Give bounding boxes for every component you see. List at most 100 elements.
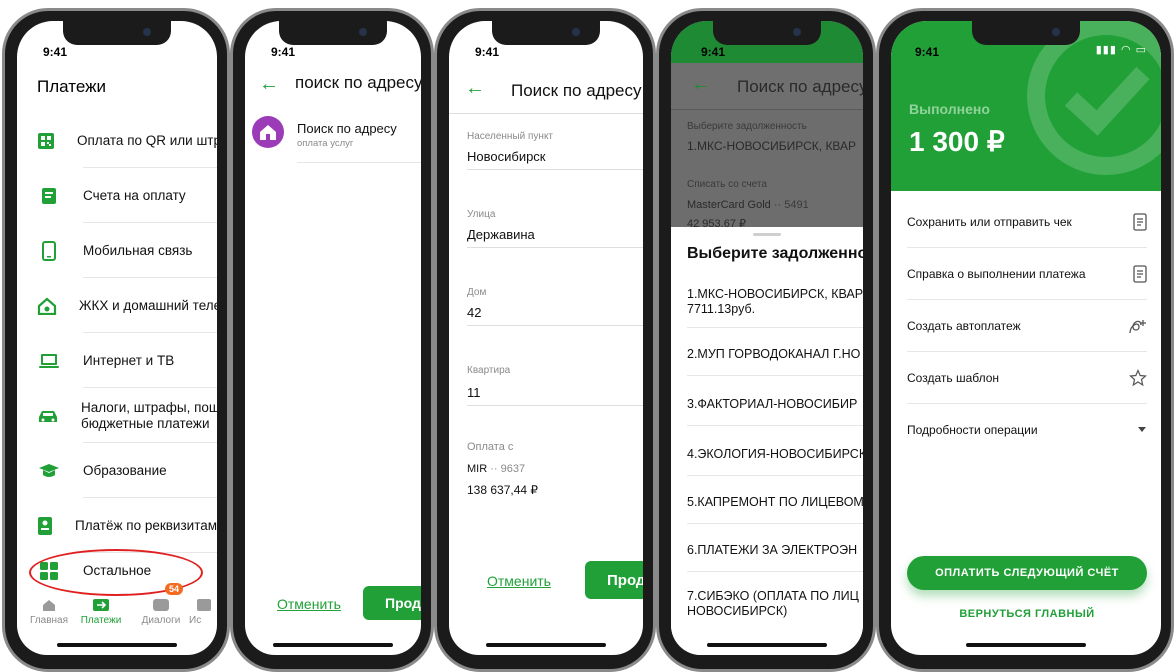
tab-home[interactable]: Главная — [19, 593, 79, 626]
debt-field-value: 1.МКС-НОВОСИБИРСК, КВАР — [687, 139, 857, 153]
notch — [713, 21, 821, 45]
action-label: Подробности операции — [907, 423, 1038, 437]
field-label: Оплата с — [467, 441, 514, 453]
page-title: Поиск по адресу — [511, 81, 642, 100]
debt-option[interactable]: 6.ПЛАТЕЖИ ЗА ЭЛЕКТРОЭН — [687, 543, 857, 558]
city-field[interactable]: Новосибирск — [467, 149, 546, 164]
menu-item-qr[interactable]: Оплата по QR или штри — [37, 113, 217, 168]
debt-option[interactable]: 3.ФАКТОРИАЛ-НОВОСИБИР — [687, 397, 857, 412]
receipt-icon — [1133, 213, 1147, 231]
debt-option[interactable]: 2.МУП ГОРВОДОКАНАЛ Г.НО — [687, 347, 860, 362]
chat-icon — [153, 599, 169, 611]
debt-option[interactable]: 1.МКС-НОВОСИБИРСК, КВАР 7711.13руб. — [687, 287, 863, 317]
sheet-handle[interactable] — [753, 233, 781, 236]
document-icon — [1133, 265, 1147, 283]
menu-item-mobile[interactable]: Мобильная связь — [37, 223, 217, 278]
debt-option[interactable]: 4.ЭКОЛОГИЯ-НОВОСИБИРСК — [687, 447, 863, 462]
mobile-phone-icon — [42, 240, 56, 261]
cancel-button[interactable]: Отменить — [487, 573, 551, 589]
house-icon — [252, 116, 284, 148]
screen-payments: 9:41 Платежи Оплата по QR или штри Счета… — [17, 21, 217, 655]
home-indicator — [57, 643, 177, 647]
card-selector[interactable]: MIR ·· 9637 — [467, 463, 525, 475]
back-arrow-icon[interactable]: ← — [465, 77, 485, 100]
chevron-down-icon — [1138, 427, 1146, 432]
menu-item-label: Интернет и ТВ — [83, 352, 175, 368]
back-arrow-icon[interactable]: ← — [691, 73, 711, 96]
tab-dialogs[interactable]: 54 Диалоги — [131, 583, 191, 626]
status-time: 9:41 — [43, 45, 68, 59]
action-label: Создать шаблон — [907, 371, 1000, 385]
pay-next-bill-button[interactable]: ОПЛАТИТЬ СЛЕДУЮЩИЙ СЧЁТ — [907, 556, 1147, 590]
menu-item-label: ЖКХ и домашний телес — [79, 297, 217, 313]
account-balance: 42 953,67 ₽ — [687, 218, 746, 227]
graduation-cap-icon — [39, 463, 59, 477]
debt-option[interactable]: 5.КАПРЕМОНТ ПО ЛИЦЕВОМ — [687, 495, 863, 510]
create-autopay-button[interactable]: Создать автоплатеж — [907, 301, 1147, 352]
history-icon — [197, 599, 211, 611]
payment-amount: 1 300 ₽ — [909, 126, 1005, 157]
page-title: Поиск по адресу — [737, 77, 863, 96]
account-card-name: MasterCard Gold — [687, 199, 771, 211]
house-field[interactable]: 42 — [467, 305, 481, 320]
laptop-icon — [39, 353, 59, 368]
account-name: MasterCard Gold ·· 5491 — [687, 199, 809, 211]
continue-button[interactable]: Продол — [585, 561, 643, 599]
phone-success: Выполнено 1 300 ₽ 9:41 ▮▮▮ ◠ ▭ Сохранить… — [876, 8, 1174, 672]
tab-label: Главная — [29, 615, 69, 626]
operation-details-toggle[interactable]: Подробности операции — [907, 405, 1147, 455]
notch — [63, 21, 171, 45]
payment-certificate-button[interactable]: Справка о выполнении платежа — [907, 249, 1147, 300]
card-mask: ·· 9637 — [490, 463, 526, 475]
menu-item-label: Мобильная связь — [83, 242, 193, 258]
status-time: 9:41 — [271, 45, 296, 59]
home-indicator — [486, 643, 606, 647]
unread-badge: 54 — [165, 583, 184, 595]
cancel-button[interactable]: Отменить — [277, 596, 341, 612]
action-label: Создать автоплатеж — [907, 319, 1021, 333]
menu-item-invoices[interactable]: Счета на оплату — [37, 168, 217, 223]
screen-success: Выполнено 1 300 ₽ 9:41 ▮▮▮ ◠ ▭ Сохранить… — [891, 21, 1161, 655]
action-label: Справка о выполнении платежа — [907, 267, 1086, 281]
create-template-button[interactable]: Создать шаблон — [907, 353, 1147, 404]
invoice-icon — [42, 187, 56, 204]
menu-item-taxes[interactable]: Налоги, штрафы, пошл бюджетные платежи — [37, 388, 217, 443]
menu-item-education[interactable]: Образование — [37, 443, 217, 498]
house-phone-icon — [37, 297, 57, 315]
menu-item-internet[interactable]: Интернет и ТВ — [37, 333, 217, 388]
menu-item-requisites[interactable]: Платёж по реквизитам — [37, 498, 217, 553]
phone-payments: 9:41 Платежи Оплата по QR или штри Счета… — [2, 8, 230, 672]
status-icons: ▮▮▮ ◠ ▭ — [1095, 44, 1147, 56]
field-label: Населенный пункт — [467, 131, 554, 142]
field-label: Дом — [467, 287, 487, 298]
home-indicator — [273, 643, 393, 647]
tab-payments[interactable]: Платежи — [71, 593, 131, 626]
transfer-icon — [93, 599, 109, 611]
phone-debt-select: 9:41 ← Поиск по адресу Выберите задолжен… — [656, 8, 876, 672]
phone-address-form: 9:41 ← Поиск по адресу Населенный пункт … — [434, 8, 656, 672]
field-label: Улица — [467, 209, 496, 220]
street-field[interactable]: Державина — [467, 227, 535, 242]
home-indicator — [966, 643, 1086, 647]
qr-code-icon — [38, 132, 54, 149]
result-title: Поиск по адресу — [297, 121, 397, 136]
status-time: 9:41 — [475, 45, 500, 59]
home-indicator — [707, 643, 827, 647]
requisites-icon — [38, 516, 52, 535]
continue-button[interactable]: Продол — [363, 586, 421, 620]
save-receipt-button[interactable]: Сохранить или отправить чек — [907, 197, 1147, 248]
apartment-field[interactable]: 11 — [467, 385, 481, 400]
car-icon — [39, 410, 57, 422]
notch — [972, 21, 1080, 45]
return-main-button[interactable]: ВЕРНУТЬСЯ ГЛАВНЫЙ — [907, 608, 1147, 620]
menu-item-utilities[interactable]: ЖКХ и домашний телес — [37, 278, 217, 333]
back-arrow-icon[interactable]: ← — [259, 73, 279, 96]
menu-item-label: Налоги, штрафы, пошл бюджетные платежи — [81, 399, 217, 431]
page-title: Платежи — [37, 77, 106, 96]
search-result-item[interactable]: Поиск по адресу оплата услуг — [251, 113, 421, 163]
tab-history[interactable]: Ис — [189, 593, 217, 626]
debt-option[interactable]: 7.СИБЭКО (ОПЛАТА ПО ЛИЦ НОВОСИБИРСК) — [687, 589, 859, 619]
card-balance: 138 637,44 ₽ — [467, 483, 539, 497]
card-name: MIR — [467, 463, 488, 475]
screen-address-form: 9:41 ← Поиск по адресу Населенный пункт … — [449, 21, 643, 655]
